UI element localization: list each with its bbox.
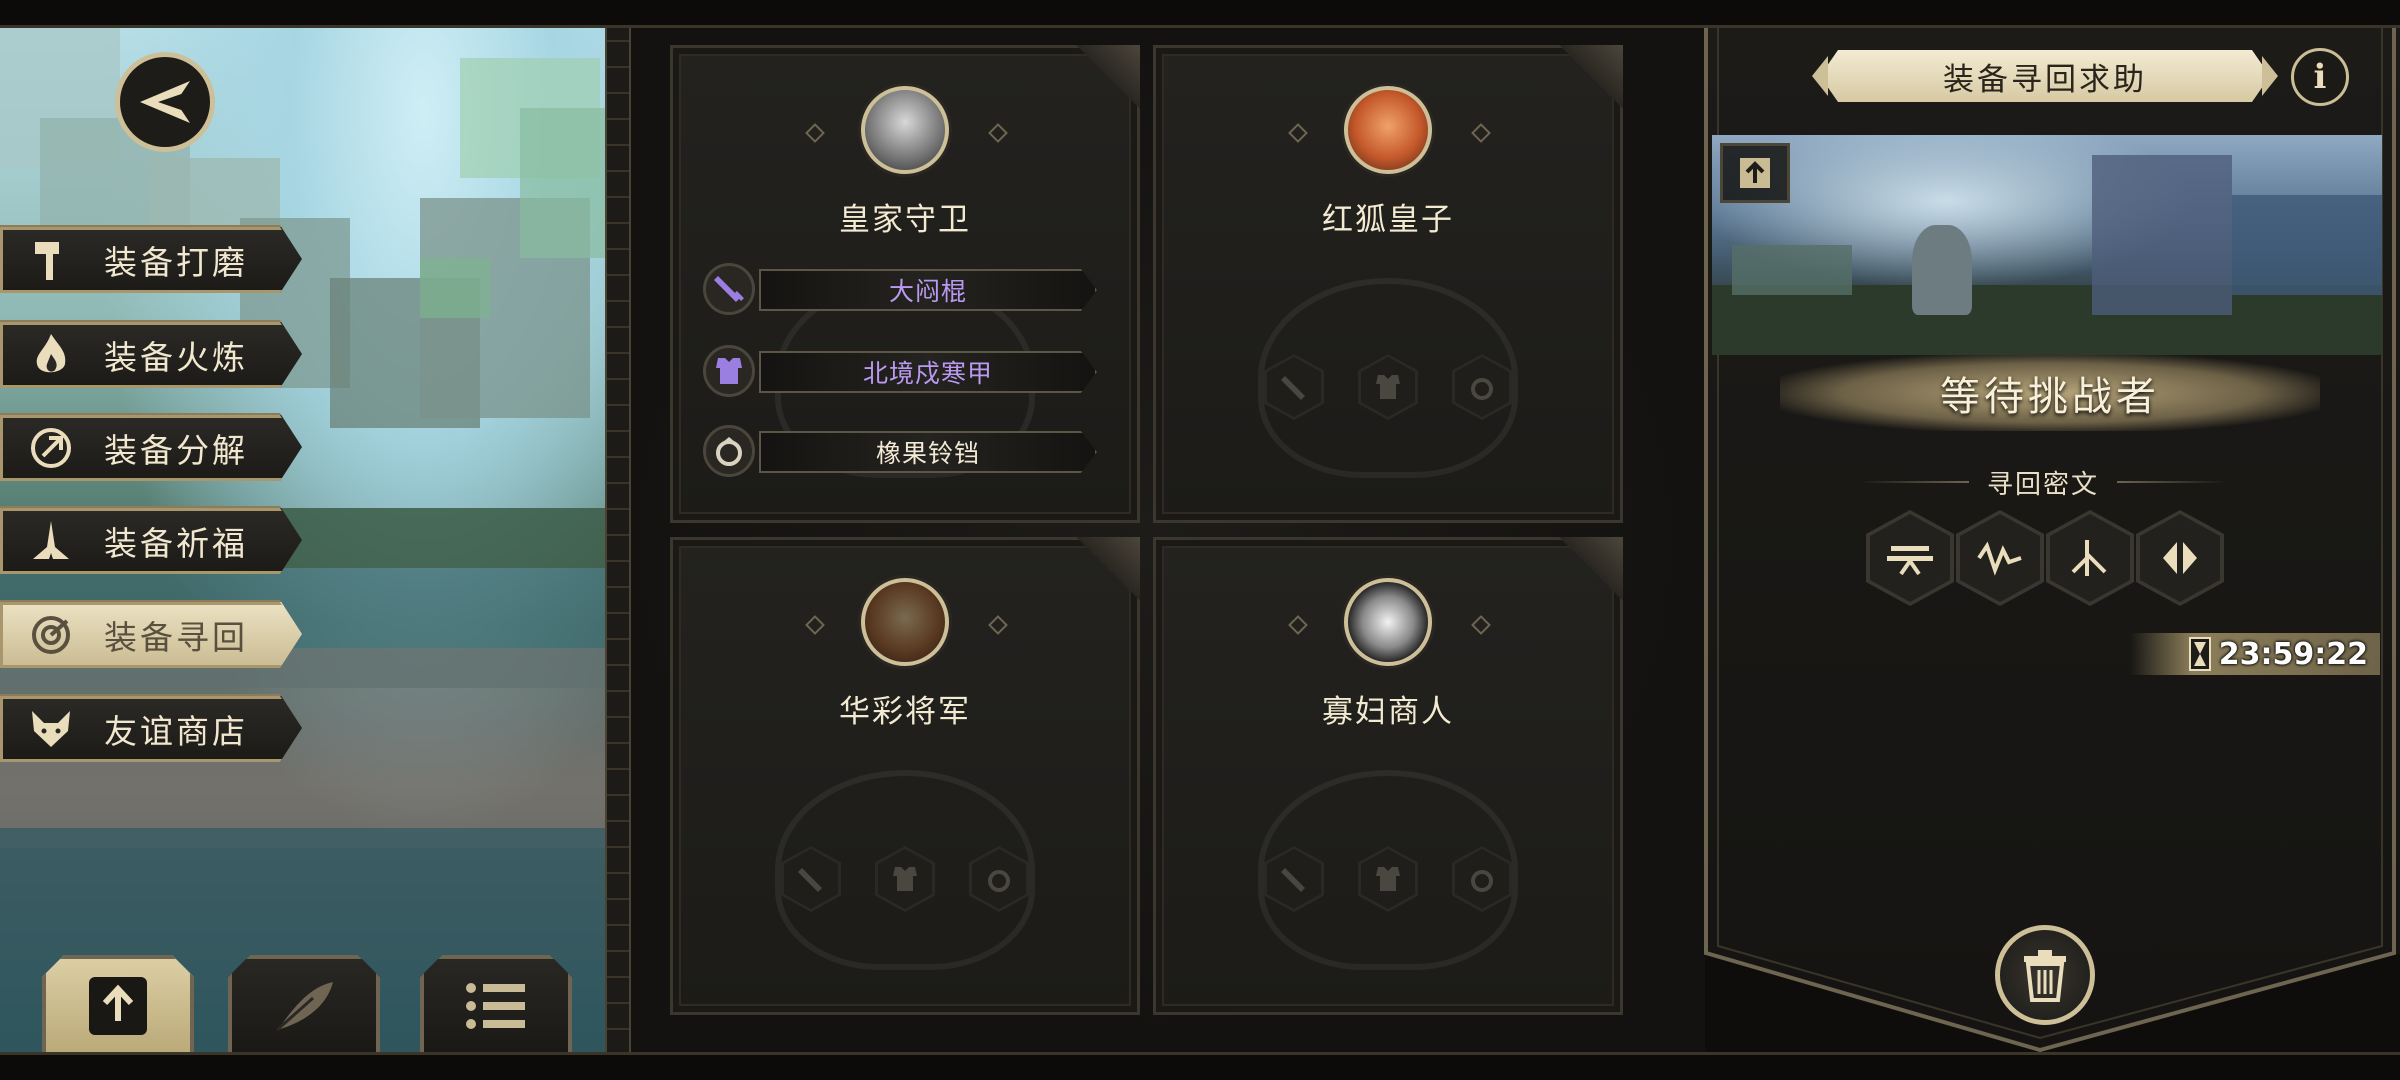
bottom-frame	[0, 1052, 2400, 1080]
diamond-ornament-icon	[805, 123, 825, 143]
diamond-ornament-icon	[1288, 615, 1308, 635]
menu-item-retrieve[interactable]: 装备寻回	[0, 600, 302, 668]
diamond-ornament-icon	[1288, 123, 1308, 143]
menu-item-disassemble[interactable]: 装备分解	[0, 413, 302, 481]
title-right-arrow-icon	[2262, 56, 2278, 96]
title-left-arrow-icon	[1812, 56, 1828, 96]
back-arrow-icon	[136, 77, 194, 127]
trash-icon	[2020, 948, 2070, 1002]
diamond-ornament-icon	[805, 615, 825, 635]
equipment-row-ring[interactable]: 橡果铃铛	[703, 425, 1103, 477]
cipher-label-text: 寻回密文	[1986, 469, 2099, 500]
empty-equipment-slots	[1156, 846, 1620, 912]
widow-merchant-avatar	[1344, 578, 1432, 666]
equipment-row-weapon[interactable]: 大闷棍	[703, 263, 1103, 315]
boss-scene-image	[1712, 135, 2382, 355]
menu-item-bless[interactable]: 装备祈福	[0, 506, 302, 574]
colorful-general-avatar	[861, 578, 949, 666]
character-name: 红狐皇子	[1322, 202, 1454, 238]
equipment-name: 橡果铃铛	[759, 431, 1097, 473]
back-button[interactable]	[115, 52, 215, 152]
ring-icon	[703, 425, 755, 477]
menu-item-label: 装备打磨	[104, 243, 248, 282]
feather-tab-button[interactable]	[228, 955, 380, 1057]
status-banner: 等待挑战者	[1780, 355, 2320, 431]
hourglass-icon	[2188, 637, 2211, 671]
cipher-label: 寻回密文	[1858, 462, 2228, 502]
menu-item-label: 装备火炼	[104, 338, 248, 377]
armor-icon	[703, 345, 755, 397]
character-name: 皇家守卫	[839, 202, 971, 238]
diamond-ornament-icon	[1471, 615, 1491, 635]
character-card[interactable]: 华彩将军	[670, 537, 1140, 1015]
list-tab-button[interactable]	[420, 955, 572, 1057]
menu-item-fire[interactable]: 装备火炼	[0, 320, 302, 388]
character-name: 华彩将军	[839, 694, 971, 730]
diamond-ornament-icon	[1471, 123, 1491, 143]
menu-item-label: 装备分解	[104, 431, 248, 470]
diamond-ornament-icon	[988, 615, 1008, 635]
empty-ring-slot-icon[interactable]	[1452, 354, 1512, 420]
panel-divider	[605, 28, 631, 1052]
share-upload-icon[interactable]	[1720, 143, 1790, 203]
empty-armor-slot-icon[interactable]	[875, 846, 935, 912]
upload-tab-button[interactable]	[42, 955, 194, 1057]
royal-guard-avatar	[861, 86, 949, 174]
empty-weapon-slot-icon[interactable]	[1264, 846, 1324, 912]
target-icon	[22, 606, 80, 664]
character-card[interactable]: 寡妇商人	[1153, 537, 1623, 1015]
character-card[interactable]: 红狐皇子	[1153, 45, 1623, 523]
menu-item-friendship-shop[interactable]: 友谊商店	[0, 694, 302, 762]
timer-value: 23:59:22	[2218, 636, 2368, 672]
empty-equipment-slots	[673, 846, 1137, 912]
pray-hands-icon	[22, 512, 80, 570]
top-frame	[0, 0, 2400, 28]
equipment-row-armor[interactable]: 北境戍寒甲	[703, 345, 1103, 397]
empty-armor-slot-icon[interactable]	[1358, 846, 1418, 912]
menu-item-label: 装备祈福	[104, 524, 248, 563]
sword-icon	[703, 263, 755, 315]
character-card[interactable]: 皇家守卫 大闷棍 北境戍寒甲 橡果铃铛	[670, 45, 1140, 523]
upload-icon	[83, 971, 153, 1041]
empty-weapon-slot-icon[interactable]	[781, 846, 841, 912]
equipment-name: 大闷棍	[759, 269, 1097, 311]
empty-armor-slot-icon[interactable]	[1358, 354, 1418, 420]
equipment-name: 北境戍寒甲	[759, 351, 1097, 393]
empty-ring-slot-icon[interactable]	[969, 846, 1029, 912]
flame-icon	[22, 326, 80, 384]
countdown-timer: 23:59:22	[2130, 633, 2380, 675]
menu-item-label: 装备寻回	[104, 618, 248, 657]
menu-item-polish[interactable]: 装备打磨	[0, 225, 302, 293]
empty-ring-slot-icon[interactable]	[1452, 846, 1512, 912]
diamond-ornament-icon	[988, 123, 1008, 143]
empty-equipment-slots	[1156, 354, 1620, 420]
panel-title: 装备寻回求助	[1820, 50, 2270, 102]
disassemble-icon	[22, 419, 80, 477]
feather-icon	[269, 976, 339, 1036]
empty-weapon-slot-icon[interactable]	[1264, 354, 1324, 420]
list-icon	[461, 978, 531, 1034]
fox-icon	[22, 700, 80, 758]
info-button[interactable]: i	[2291, 48, 2349, 106]
menu-item-label: 友谊商店	[104, 712, 248, 751]
delete-button[interactable]	[1995, 925, 2095, 1025]
character-name: 寡妇商人	[1322, 694, 1454, 730]
red-fox-prince-avatar	[1344, 86, 1432, 174]
hammer-icon	[22, 231, 80, 289]
